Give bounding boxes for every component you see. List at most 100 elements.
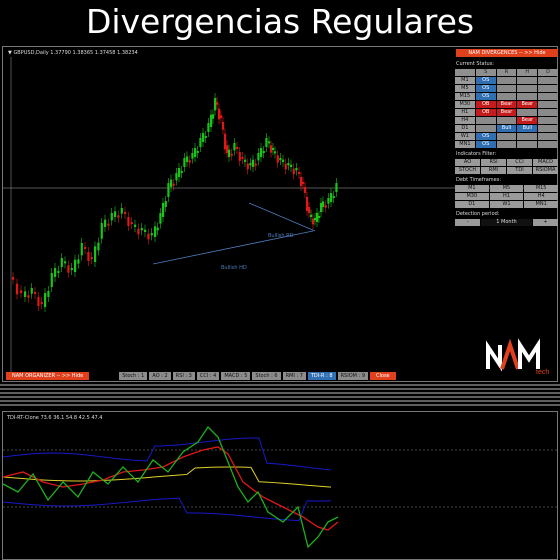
status-cell: OS bbox=[475, 141, 496, 148]
filter-toggle[interactable]: MACD bbox=[533, 159, 558, 166]
status-cell bbox=[517, 109, 538, 116]
filter-toggle[interactable]: TDI bbox=[507, 167, 532, 174]
indicator-button[interactable]: Close bbox=[370, 372, 396, 380]
indicator-button[interactable]: RMI : 7 bbox=[282, 372, 306, 380]
status-cell bbox=[496, 77, 517, 84]
debt-tf-toggle[interactable]: M30 bbox=[455, 193, 489, 200]
filter-label: Indicators Filter: bbox=[456, 151, 497, 157]
debt-tf-toggle[interactable]: MN1 bbox=[524, 201, 558, 208]
indicator-filter-grid: AO RSI CCI MACD STOCH RMI TDI RSIOMA bbox=[455, 159, 558, 174]
debt-tf-toggle[interactable]: M15 bbox=[524, 185, 558, 192]
logo-mark-icon: tech bbox=[486, 338, 549, 375]
logo-sub-text: tech bbox=[536, 369, 549, 375]
status-cell bbox=[538, 77, 558, 84]
status-cell: OS bbox=[475, 93, 496, 100]
status-cell bbox=[496, 117, 517, 124]
status-cell bbox=[538, 101, 558, 108]
debt-tf-toggle[interactable]: W1 bbox=[489, 201, 524, 208]
status-tf-button[interactable]: M5 bbox=[455, 85, 475, 92]
status-cell: Bear bbox=[496, 109, 517, 116]
status-cell bbox=[496, 133, 517, 140]
filter-toggle[interactable]: RSI bbox=[481, 159, 506, 166]
status-cell bbox=[538, 109, 558, 116]
indicator-button[interactable]: CCI : 4 bbox=[196, 372, 220, 380]
status-tf-button[interactable]: W1 bbox=[455, 133, 475, 140]
indicator-button[interactable]: Stoch : 6 bbox=[252, 372, 281, 380]
debt-tf-toggle[interactable]: H4 bbox=[524, 193, 558, 200]
current-status-label: Current Status: bbox=[456, 61, 494, 67]
indicator-button[interactable]: MACD : 5 bbox=[221, 372, 251, 380]
debt-tf-toggle[interactable]: D1 bbox=[455, 201, 489, 208]
status-col-header: H bbox=[517, 69, 538, 76]
debt-tf-toggle[interactable]: H1 bbox=[489, 193, 524, 200]
status-cell: OS bbox=[475, 133, 496, 140]
page-title: Divergencias Regulares bbox=[85, 2, 475, 41]
status-cell: Bull bbox=[496, 125, 517, 132]
indicator-button[interactable]: Stoch : 1 bbox=[119, 372, 148, 380]
status-cell: Bull bbox=[517, 125, 538, 132]
debt-tf-toggle[interactable]: M5 bbox=[489, 185, 524, 192]
nam-tech-logo: tech bbox=[484, 335, 554, 375]
status-cell: OS bbox=[475, 85, 496, 92]
status-cell bbox=[517, 133, 538, 140]
indicator-button[interactable]: TDI-R : 8 bbox=[307, 372, 336, 380]
status-cell bbox=[538, 93, 558, 100]
status-cell: OS bbox=[475, 77, 496, 84]
status-cell bbox=[496, 141, 517, 148]
status-cell bbox=[538, 125, 558, 132]
indicator-button[interactable]: NAM ORGANIZER -- >> Hide bbox=[6, 372, 90, 380]
filter-toggle[interactable]: AO bbox=[455, 159, 480, 166]
status-col-header: R bbox=[496, 69, 517, 76]
status-cell: Bear bbox=[517, 101, 538, 108]
period-value: 1 Month bbox=[481, 219, 532, 226]
status-col-header: D bbox=[538, 69, 558, 76]
status-cell bbox=[517, 141, 538, 148]
status-tf-button[interactable]: H4 bbox=[455, 117, 475, 124]
status-cell bbox=[517, 85, 538, 92]
tdi-plot bbox=[3, 425, 557, 549]
indicator-button[interactable]: AO : 2 bbox=[149, 372, 171, 380]
status-cell bbox=[475, 125, 496, 132]
period-plus-button[interactable]: + bbox=[532, 219, 558, 226]
filter-toggle[interactable]: RSIOMA bbox=[533, 167, 558, 174]
indicator-button-bar: NAM ORGANIZER -- >> Hide Stoch : 1 AO : 2R… bbox=[6, 371, 396, 381]
debt-label: Debt Timeframes: bbox=[456, 177, 502, 183]
status-cell bbox=[538, 133, 558, 140]
status-cell: OB bbox=[475, 109, 496, 116]
status-tf-button[interactable]: D1 bbox=[455, 125, 475, 132]
filter-toggle[interactable]: RMI bbox=[481, 167, 506, 174]
debt-tf-toggle[interactable]: M1 bbox=[455, 185, 489, 192]
filter-toggle[interactable]: CCI bbox=[507, 159, 532, 166]
status-cell bbox=[538, 85, 558, 92]
status-cell bbox=[475, 117, 496, 124]
period-label: Detection period: bbox=[456, 211, 500, 217]
status-col-header bbox=[455, 69, 475, 76]
status-col-header: S bbox=[475, 69, 496, 76]
bullish-hd-label: Bullish HD bbox=[221, 265, 247, 271]
indicator-button[interactable]: RSI : 3 bbox=[172, 372, 195, 380]
divergence-panel: NAM DIVERGENCES -- >> Hide Current Statu… bbox=[455, 48, 558, 226]
period-minus-button[interactable]: - bbox=[455, 219, 481, 226]
status-tf-button[interactable]: H1 bbox=[455, 109, 475, 116]
panel-hide-button[interactable]: NAM DIVERGENCES -- >> Hide bbox=[456, 49, 558, 57]
debt-timeframe-grid: M1 M5 M15 M30 H1 H4 D1 W1 MN1 bbox=[455, 185, 558, 208]
bullish-rd-label: Bullish RD bbox=[268, 233, 294, 239]
status-cell: OB bbox=[475, 101, 496, 108]
period-selector: - 1 Month + bbox=[455, 219, 558, 226]
status-cell: Bear bbox=[517, 117, 538, 124]
indicator-button[interactable]: RSIOM : 9 bbox=[337, 372, 368, 380]
status-tf-button[interactable]: M15 bbox=[455, 93, 475, 100]
status-cell bbox=[496, 93, 517, 100]
separator-lines bbox=[0, 384, 560, 406]
status-cell bbox=[538, 141, 558, 148]
status-cell bbox=[538, 117, 558, 124]
status-table: S R H D M1 OS M5 OS M15 OS M30 OB Bear Bear H1 OB Bear H4… bbox=[455, 69, 558, 148]
filter-toggle[interactable]: STOCH bbox=[455, 167, 480, 174]
status-cell bbox=[517, 93, 538, 100]
status-cell bbox=[496, 85, 517, 92]
status-tf-button[interactable]: MN1 bbox=[455, 141, 475, 148]
status-tf-button[interactable]: M1 bbox=[455, 77, 475, 84]
button-spacer bbox=[91, 372, 117, 380]
status-tf-button[interactable]: M30 bbox=[455, 101, 475, 108]
tdi-subwindow[interactable]: TDI-RT-Clone 73.6 36.1 54.8 42.5 47.4 bbox=[2, 411, 558, 560]
